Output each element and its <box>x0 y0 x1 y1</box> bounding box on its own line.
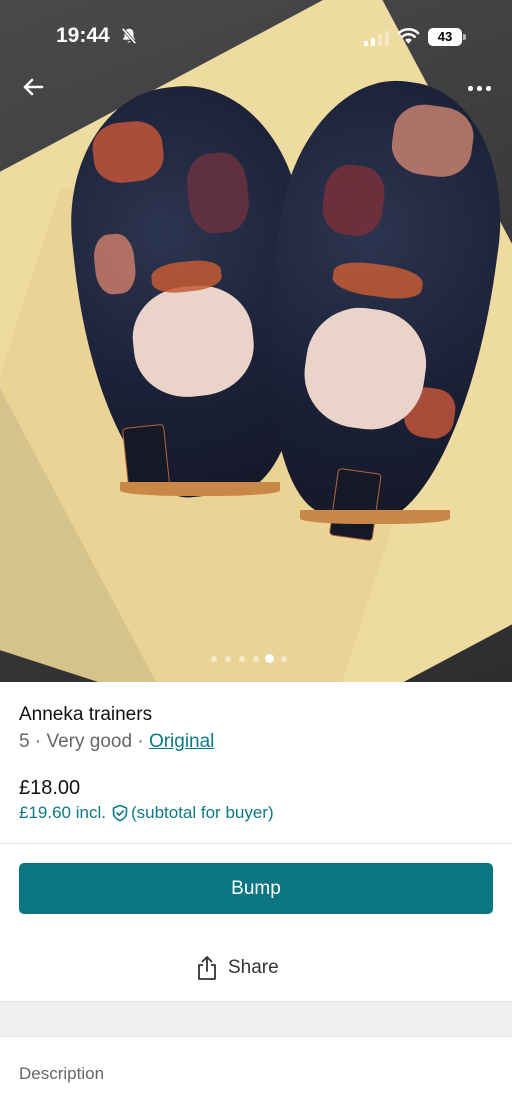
item-price: £18.00 <box>19 777 81 799</box>
original-link[interactable]: Original <box>149 731 214 752</box>
clock: 19:44 <box>56 24 110 47</box>
back-arrow-icon[interactable] <box>16 70 50 104</box>
page-dot[interactable] <box>281 656 287 662</box>
bump-button[interactable]: Bump <box>19 863 493 914</box>
cellular-signal-icon <box>364 31 389 46</box>
status-bar: 19:44 43 <box>0 0 512 76</box>
page-dot-active[interactable] <box>265 654 274 663</box>
description-heading: Description <box>19 1064 105 1083</box>
item-condition: Very good <box>46 731 133 752</box>
divider <box>0 1036 512 1037</box>
item-meta: 5 · Very good · Original <box>19 731 215 752</box>
page-dot[interactable] <box>239 656 245 662</box>
page-dot[interactable] <box>211 656 217 662</box>
buyer-price[interactable]: £19.60 incl. (subtotal for buyer) <box>19 803 274 823</box>
shield-check-icon <box>112 804 128 822</box>
price-incl: £19.60 incl. <box>19 803 106 822</box>
subtotal-note: (subtotal for buyer) <box>130 803 274 822</box>
left-sole <box>120 482 280 496</box>
battery-level: 43 <box>428 28 462 46</box>
page-dot[interactable] <box>253 656 259 662</box>
share-icon <box>198 956 216 980</box>
wifi-icon <box>397 28 420 44</box>
item-title: Anneka trainers <box>19 704 153 725</box>
more-options-icon[interactable] <box>460 76 498 100</box>
share-button[interactable]: Share <box>196 948 316 988</box>
divider <box>0 843 512 844</box>
item-photo[interactable]: 19:44 43 <box>0 0 512 682</box>
listing-page: 19:44 43 Anneka trainers 5 · Very good ·… <box>0 0 512 1112</box>
gallery-page-indicator <box>210 654 290 664</box>
section-separator <box>0 1002 512 1036</box>
battery-indicator: 43 <box>428 28 466 46</box>
page-dot[interactable] <box>225 656 231 662</box>
right-sole <box>300 510 450 524</box>
item-size: 5 <box>19 731 30 752</box>
bell-muted-icon <box>121 27 137 45</box>
share-label: Share <box>228 957 279 978</box>
